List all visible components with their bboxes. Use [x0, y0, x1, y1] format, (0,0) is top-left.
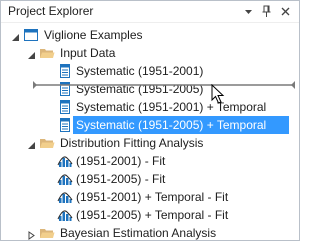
- tree-item-fit[interactable]: (1951-2005) - Fit: [1, 170, 299, 188]
- tree-folder-label: Bayesian Estimation Analysis: [60, 226, 217, 240]
- folder-open-icon: [39, 45, 55, 61]
- chart-icon: [57, 207, 73, 223]
- panel-title: Project Explorer: [8, 4, 94, 18]
- tree-item-dataset-selected[interactable]: Systematic (1951-2005) + Temporal: [1, 116, 299, 134]
- folder-open-icon: [39, 225, 55, 241]
- tree-item-label: Systematic (1951-2005) + Temporal: [73, 116, 289, 134]
- tree-folder-bayesian[interactable]: Bayesian Estimation Analysis: [1, 224, 299, 242]
- tree-root-label: Viglione Examples: [44, 28, 143, 42]
- collapse-arrow-icon[interactable]: [27, 139, 36, 149]
- close-icon[interactable]: [278, 4, 293, 19]
- tree-item-fit[interactable]: (1951-2001) - Fit: [1, 152, 299, 170]
- project-icon: [23, 27, 39, 43]
- collapse-arrow-icon[interactable]: [27, 49, 36, 59]
- tree-folder-label: Distribution Fitting Analysis: [60, 136, 204, 150]
- tree-item-fit[interactable]: (1951-2005) + Temporal - Fit: [1, 206, 299, 224]
- dataset-icon: [57, 63, 73, 79]
- tree-root[interactable]: Viglione Examples: [1, 26, 299, 44]
- tree-folder-label: Input Data: [60, 46, 116, 60]
- tree-item-fit[interactable]: (1951-2001) + Temporal - Fit: [1, 188, 299, 206]
- expand-arrow-icon[interactable]: [27, 229, 36, 240]
- chart-icon: [57, 171, 73, 187]
- panel-titlebar: Project Explorer: [1, 1, 299, 23]
- chart-icon: [57, 153, 73, 169]
- drop-insertion-line: [33, 78, 295, 89]
- dataset-icon: [57, 99, 73, 115]
- chart-icon: [57, 189, 73, 205]
- dropdown-arrow-icon[interactable]: [241, 4, 256, 19]
- tree-item-label: (1951-2005) - Fit: [76, 172, 166, 186]
- tree-folder-input-data[interactable]: Input Data: [1, 44, 299, 62]
- project-tree: Viglione Examples Input Data Systematic …: [1, 23, 299, 240]
- tree-item-dataset[interactable]: Systematic (1951-2001) + Temporal: [1, 98, 299, 116]
- tree-item-label: (1951-2001) - Fit: [76, 154, 166, 168]
- dataset-icon: [57, 117, 73, 133]
- tree-item-label: (1951-2001) + Temporal - Fit: [76, 190, 229, 204]
- pin-icon[interactable]: [259, 4, 274, 19]
- project-explorer-panel: Project Explorer Viglione Examples Input…: [0, 0, 300, 241]
- mouse-cursor-icon: [211, 83, 227, 106]
- tree-item-label: (1951-2005) + Temporal - Fit: [76, 208, 229, 222]
- collapse-arrow-icon[interactable]: [11, 31, 20, 41]
- folder-open-icon: [39, 135, 55, 151]
- tree-folder-distribution-fitting[interactable]: Distribution Fitting Analysis: [1, 134, 299, 152]
- tree-item-label: Systematic (1951-2001) + Temporal: [76, 100, 267, 114]
